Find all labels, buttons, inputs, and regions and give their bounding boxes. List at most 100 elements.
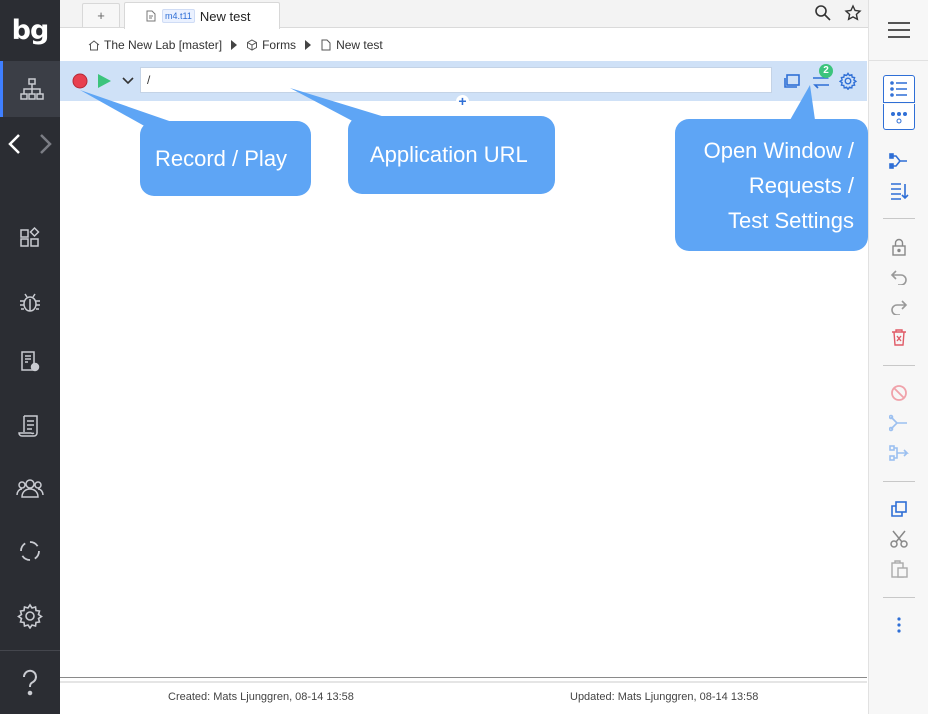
bugs-nav-button[interactable] (0, 274, 60, 330)
list-view-button[interactable] (883, 75, 915, 103)
breadcrumb-label: The New Lab [master] (104, 38, 223, 52)
list-view-icon (890, 81, 907, 97)
bug-reports-nav-button[interactable] (0, 334, 60, 390)
delete-button[interactable] (883, 324, 915, 350)
rightbar-separator (883, 365, 915, 366)
record-icon[interactable] (71, 72, 89, 90)
callout-text: Test Settings (728, 207, 854, 233)
sidebar-divider (0, 650, 60, 651)
more-actions-button[interactable] (883, 612, 915, 638)
rightbar-separator (883, 481, 915, 482)
forward-icon (40, 134, 52, 154)
sort-button[interactable] (883, 178, 915, 204)
callout-text: Record / Play (155, 145, 288, 171)
copy-icon (891, 501, 907, 517)
callout-text: Application URL (370, 142, 528, 167)
split-icon (889, 153, 907, 169)
add-step-button[interactable]: + (456, 94, 469, 108)
chevron-down-icon[interactable] (121, 74, 135, 88)
record-play-callout: Record / Play (140, 121, 311, 196)
settings-icon (17, 603, 43, 629)
new-tab-button[interactable]: + (82, 3, 120, 27)
back-icon (8, 134, 20, 154)
components-nav-button[interactable] (0, 210, 60, 266)
undo-button[interactable] (883, 264, 915, 290)
search-icon[interactable] (814, 4, 832, 22)
settings-nav-button[interactable] (0, 588, 60, 644)
breadcrumb-item-lab[interactable]: The New Lab [master] (88, 38, 222, 52)
play-icon[interactable] (96, 73, 112, 89)
rightbar-separator (883, 218, 915, 219)
top-right-actions (814, 4, 862, 22)
breadcrumb: The New Lab [master] Forms New test (88, 36, 383, 54)
more-dots-button[interactable] (883, 104, 915, 130)
hamburger-menu-icon (888, 22, 910, 38)
left-sidebar: bg (0, 0, 60, 714)
tab-badge: m4.t11 (162, 9, 195, 23)
team-nav-button[interactable] (0, 460, 60, 516)
paste-icon (891, 560, 908, 578)
right-toolbar (868, 0, 928, 714)
cube-icon (247, 39, 258, 51)
help-nav-button[interactable] (0, 655, 60, 711)
breadcrumb-separator (305, 40, 312, 50)
sync-nav-button[interactable] (0, 523, 60, 579)
bug-report-icon (21, 351, 40, 372)
scripts-nav-button[interactable] (0, 398, 60, 454)
test-settings-icon[interactable] (839, 72, 857, 90)
script-icon (18, 415, 38, 437)
merge-icon (889, 445, 909, 461)
disable-icon (891, 385, 907, 401)
menu-button[interactable] (883, 17, 915, 43)
disable-button[interactable] (883, 380, 915, 406)
split-button[interactable] (883, 148, 915, 174)
cut-button[interactable] (883, 526, 915, 552)
application-url-callout: Application URL (348, 116, 555, 194)
cut-icon (890, 530, 908, 548)
sort-icon (891, 183, 909, 200)
merge-button[interactable] (883, 440, 915, 466)
breadcrumb-label: Forms (262, 38, 297, 52)
tab-label: New test (199, 8, 251, 24)
test-file-icon (146, 10, 156, 22)
redo-button[interactable] (883, 294, 915, 320)
callout-text: Requests / (748, 172, 854, 198)
sync-icon (20, 541, 40, 561)
application-url-input[interactable] (140, 67, 772, 93)
redo-icon (891, 300, 908, 315)
bug-icon (20, 293, 40, 312)
branch-icon (889, 414, 907, 432)
app-logo[interactable]: bg (0, 0, 60, 60)
paste-button[interactable] (883, 556, 915, 582)
app-root: bg + m4.t11 New test The New Lab [master… (0, 0, 928, 714)
back-button[interactable] (0, 116, 30, 172)
rightbar-separator (883, 597, 915, 598)
copy-button[interactable] (883, 496, 915, 522)
branch-button[interactable] (883, 410, 915, 436)
updated-info: Updated: Mats Ljunggren, 08-14 13:58 (570, 691, 759, 703)
undo-icon (890, 270, 907, 285)
components-icon (20, 226, 40, 247)
breadcrumb-item-test[interactable]: New test (320, 38, 383, 52)
footer-divider (60, 677, 867, 678)
kebab-icon (897, 617, 901, 633)
lock-button[interactable] (883, 234, 915, 260)
rightbar-divider (869, 60, 928, 61)
sitemap-icon (19, 78, 44, 100)
home-icon (88, 40, 100, 51)
open-window-icon[interactable] (783, 72, 801, 90)
sitemap-nav-button[interactable] (0, 61, 60, 117)
more-dots-icon (891, 111, 907, 123)
forward-button[interactable] (30, 116, 60, 172)
footer: Created: Mats Ljunggren, 08-14 13:58 Upd… (60, 683, 867, 714)
test-toolbar: 2 + (60, 61, 867, 108)
delete-icon (892, 329, 906, 346)
breadcrumb-item-forms[interactable]: Forms (246, 38, 296, 52)
team-icon (16, 479, 44, 498)
tab-bar: + m4.t11 New test (60, 0, 868, 29)
settings-callout: Open Window / Requests / Test Settings (675, 119, 868, 251)
help-icon (22, 669, 37, 696)
tab-new-test[interactable]: m4.t11 New test (124, 2, 280, 29)
lock-icon (892, 238, 906, 256)
star-icon[interactable] (844, 4, 862, 22)
